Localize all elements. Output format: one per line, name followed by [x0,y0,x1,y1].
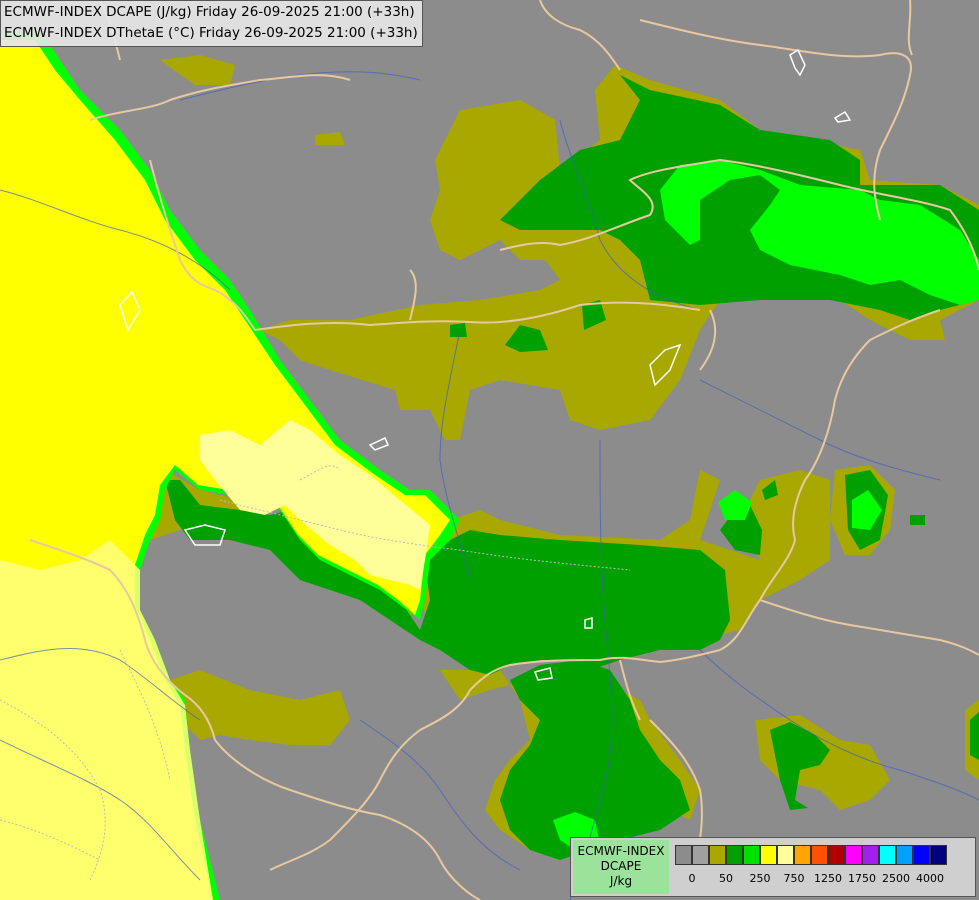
legend-swatch [811,845,828,865]
legend-tick-label: 4000 [916,872,944,885]
legend-swatch [896,845,913,865]
legend-swatch [845,845,862,865]
legend-tick-label: 1250 [814,872,842,885]
legend-label: ECMWF-INDEX DCAPE J/kg [573,840,669,894]
legend-model: ECMWF-INDEX [577,844,665,858]
legend-swatch [709,845,726,865]
legend-tick-label: 250 [749,872,771,885]
legend-swatch [930,845,947,865]
legend-swatch [862,845,879,865]
legend-tick-label: 750 [783,872,805,885]
legend-swatch [760,845,777,865]
legend-unit: J/kg [609,874,633,888]
legend-parameter: DCAPE [600,859,642,873]
color-legend: ECMWF-INDEX DCAPE J/kg 0 50 250 750 1250 1750… [570,837,976,897]
legend-swatch [743,845,760,865]
legend-swatch [828,845,845,865]
legend-tick-label: 0 [688,872,696,885]
legend-tick-label: 50 [719,872,733,885]
legend-swatch [726,845,743,865]
legend-swatch [913,845,930,865]
title-dcape: ECMWF-INDEX DCAPE (J/kg) Friday 26-09-20… [4,4,415,20]
legend-swatches [675,845,947,866]
legend-swatch [777,845,794,865]
weather-map [0,0,979,900]
title-dthetae: ECMWF-INDEX DThetaE (°C) Friday 26-09-20… [4,25,418,41]
legend-tick-label: 1750 [848,872,876,885]
legend-tick-label: 2500 [882,872,910,885]
legend-ticks: 0 50 250 750 1250 1750 2500 4000 [675,872,975,890]
legend-swatch [879,845,896,865]
map-title-box: ECMWF-INDEX DCAPE (J/kg) Friday 26-09-20… [0,0,423,47]
legend-swatch [692,845,709,865]
legend-swatch [675,845,692,865]
legend-swatch [794,845,811,865]
